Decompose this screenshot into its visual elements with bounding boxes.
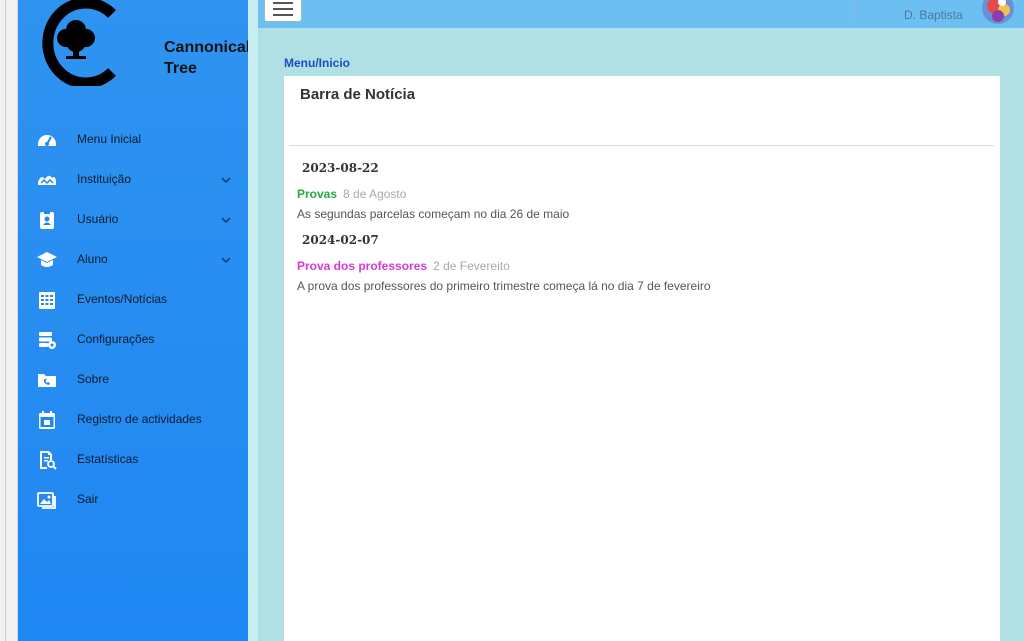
sidebar: Cannonical Tree Menu Inicial Instituição xyxy=(18,0,250,641)
news-title[interactable]: Prova dos professores xyxy=(297,259,427,273)
sidebar-item-configuracoes[interactable]: Configurações xyxy=(18,320,248,360)
sidebar-item-sobre[interactable]: Sobre xyxy=(18,360,248,400)
news-subtitle: 2 de Fevereito xyxy=(433,259,510,273)
menu-toggle-button[interactable] xyxy=(264,0,302,22)
sidebar-item-aluno[interactable]: Aluno xyxy=(18,240,248,280)
news-header: Provas 8 de Agosto xyxy=(297,187,406,201)
sidebar-item-label: Configurações xyxy=(77,332,155,346)
sidebar-nav: Menu Inicial Instituição Usuário Aluno E… xyxy=(18,120,248,520)
sidebar-item-estatisticas[interactable]: Estatísticas xyxy=(18,440,248,480)
news-body: As segundas parcelas começam no dia 26 d… xyxy=(297,207,570,221)
sidebar-item-label: Menu Inicial xyxy=(77,132,142,146)
avatar[interactable] xyxy=(982,0,1014,24)
panel-title: Barra de Notícia xyxy=(300,86,416,103)
news-header: Prova dos professores 2 de Fevereito xyxy=(297,259,510,273)
sidebar-item-label: Eventos/Notícias xyxy=(77,292,168,306)
user-name[interactable]: D. Baptista xyxy=(904,8,963,22)
topbar-divider xyxy=(854,0,855,24)
speedometer-icon xyxy=(38,135,56,146)
sidebar-item-sair[interactable]: Sair xyxy=(18,480,248,520)
sidebar-item-label: Sobre xyxy=(77,372,110,386)
breadcrumb[interactable]: Menu/Inicio xyxy=(284,56,350,70)
graduation-cap-icon xyxy=(37,252,57,267)
tree-logo-icon xyxy=(42,0,116,86)
institution-icon xyxy=(38,175,56,185)
hamburger-line xyxy=(273,8,293,10)
phone-folder-icon xyxy=(38,374,56,387)
sidebar-item-eventos-noticias[interactable]: Eventos/Notícias xyxy=(18,280,248,320)
hamburger-line xyxy=(273,14,293,16)
sidebar-item-menu-inicial[interactable]: Menu Inicial xyxy=(18,120,248,160)
sidebar-shadow-strip xyxy=(248,0,258,641)
divider xyxy=(289,145,994,146)
chevron-down-icon xyxy=(221,177,231,184)
sidebar-item-label: Registro de actividades xyxy=(77,412,202,426)
sidebar-item-label: Usuário xyxy=(77,212,119,226)
sidebar-item-registro-actividades[interactable]: Registro de actividades xyxy=(18,400,248,440)
sidebar-item-label: Instituição xyxy=(77,172,132,186)
sidebar-item-label: Estatísticas xyxy=(77,452,139,466)
chevron-down-icon xyxy=(221,257,231,264)
calendar-icon xyxy=(39,411,55,429)
topbar: D. Baptista xyxy=(258,0,1024,28)
news-date: 2023-08-22 xyxy=(302,161,379,175)
image-gallery-icon xyxy=(37,492,56,509)
sidebar-item-usuario[interactable]: Usuário xyxy=(18,200,248,240)
chevron-down-icon xyxy=(221,217,231,224)
brand[interactable]: Cannonical Tree xyxy=(36,0,250,92)
calendar-grid-icon xyxy=(39,292,55,309)
settings-stack-icon xyxy=(39,332,56,349)
sidebar-item-label: Sair xyxy=(77,492,99,506)
news-title[interactable]: Provas xyxy=(297,187,337,201)
sidebar-item-label: Aluno xyxy=(77,252,108,266)
news-body: A prova dos professores do primeiro trim… xyxy=(297,279,711,293)
report-search-icon xyxy=(40,451,57,470)
window-edge xyxy=(0,0,18,641)
user-badge-icon xyxy=(40,211,54,229)
sidebar-item-instituicao[interactable]: Instituição xyxy=(18,160,248,200)
news-panel: Barra de Notícia 2023-08-22 Provas 8 de A… xyxy=(284,76,1000,641)
hamburger-line xyxy=(273,2,293,4)
news-subtitle: 8 de Agosto xyxy=(343,187,407,201)
news-date: 2024-02-07 xyxy=(302,233,379,247)
